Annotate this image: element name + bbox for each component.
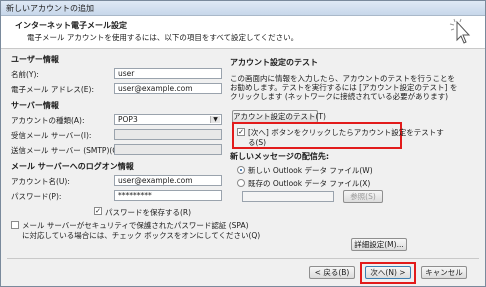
more-settings-button[interactable]: 詳細設定(M)... xyxy=(351,238,407,251)
logon-info-heading: メール サーバーへのログオン情報 xyxy=(11,162,134,171)
spa-label-line2: に対応している場合には、チェック ボックスをオンにしてください(Q) xyxy=(22,231,261,240)
incoming-server-input[interactable] xyxy=(114,129,222,140)
back-button[interactable]: < 戻る(B) xyxy=(309,266,355,279)
test-description-3: クリックします (ネットワークに接続されている必要があります) xyxy=(230,92,449,101)
chevron-down-icon: ▼ xyxy=(210,116,220,123)
account-name-label: アカウント名(U): xyxy=(11,177,70,186)
server-info-heading: サーバー情報 xyxy=(11,101,59,110)
password-label: パスワード(P): xyxy=(11,192,62,201)
account-type-value: POP3 xyxy=(118,115,138,124)
window-title: 新しいアカウントの追加 xyxy=(6,4,94,13)
new-pst-label: 新しい Outlook データ ファイル(W) xyxy=(248,166,373,175)
outgoing-server-label: 送信メール サーバー (SMTP)(O): xyxy=(11,146,124,155)
user-info-heading: ユーザー情報 xyxy=(11,55,59,64)
save-password-label: パスワードを保存する(R) xyxy=(105,208,192,217)
auto-test-checkbox[interactable]: ✓ xyxy=(237,128,245,136)
add-account-dialog: 新しいアカウントの追加 インターネット電子メール設定 電子メール アカウントを使… xyxy=(0,0,486,287)
name-label: 名前(Y): xyxy=(11,70,39,79)
save-password-checkbox[interactable]: ✓ xyxy=(94,207,102,215)
highlight-next xyxy=(360,262,416,284)
footer-divider xyxy=(7,258,479,259)
dialog-body: ユーザー情報 名前(Y): user 電子メール アドレス(E): user@e… xyxy=(1,49,485,286)
spa-checkbox[interactable] xyxy=(11,221,19,229)
existing-pst-label: 既存の Outlook データ ファイル(X) xyxy=(248,179,371,188)
delivery-heading: 新しいメッセージの配信先: xyxy=(230,152,330,161)
header-subtitle: 電子メール アカウントを使用するには、以下の項目をすべて設定してください。 xyxy=(27,33,299,42)
outgoing-server-input[interactable] xyxy=(114,144,222,155)
account-type-label: アカウントの種類(A): xyxy=(11,116,85,125)
cursor-sparkle-icon xyxy=(449,18,471,44)
browse-button[interactable]: 参照(S) xyxy=(343,190,383,203)
title-bar: 新しいアカウントの追加 xyxy=(1,1,485,16)
existing-pst-radio[interactable] xyxy=(237,179,245,187)
header-title: インターネット電子メール設定 xyxy=(15,21,127,30)
account-type-select[interactable]: POP3 ▼ xyxy=(114,114,222,125)
password-input[interactable]: ********* xyxy=(114,190,222,201)
name-input[interactable]: user xyxy=(114,68,222,79)
account-name-input[interactable]: user@example.com xyxy=(114,175,222,186)
dialog-header: インターネット電子メール設定 電子メール アカウントを使用するには、以下の項目を… xyxy=(1,16,485,49)
incoming-server-label: 受信メール サーバー(I): xyxy=(11,131,92,140)
cancel-button[interactable]: キャンセル xyxy=(421,266,467,279)
existing-pst-path-input[interactable] xyxy=(242,191,334,202)
new-pst-radio[interactable] xyxy=(237,166,245,174)
auto-test-label-line1: [次へ] ボタンをクリックしたらアカウント設定をテストす xyxy=(248,128,444,137)
email-input[interactable]: user@example.com xyxy=(114,83,222,94)
email-label: 電子メール アドレス(E): xyxy=(11,85,95,94)
test-settings-heading: アカウント設定のテスト xyxy=(230,58,318,67)
auto-test-label-line2: る(S) xyxy=(248,138,267,147)
